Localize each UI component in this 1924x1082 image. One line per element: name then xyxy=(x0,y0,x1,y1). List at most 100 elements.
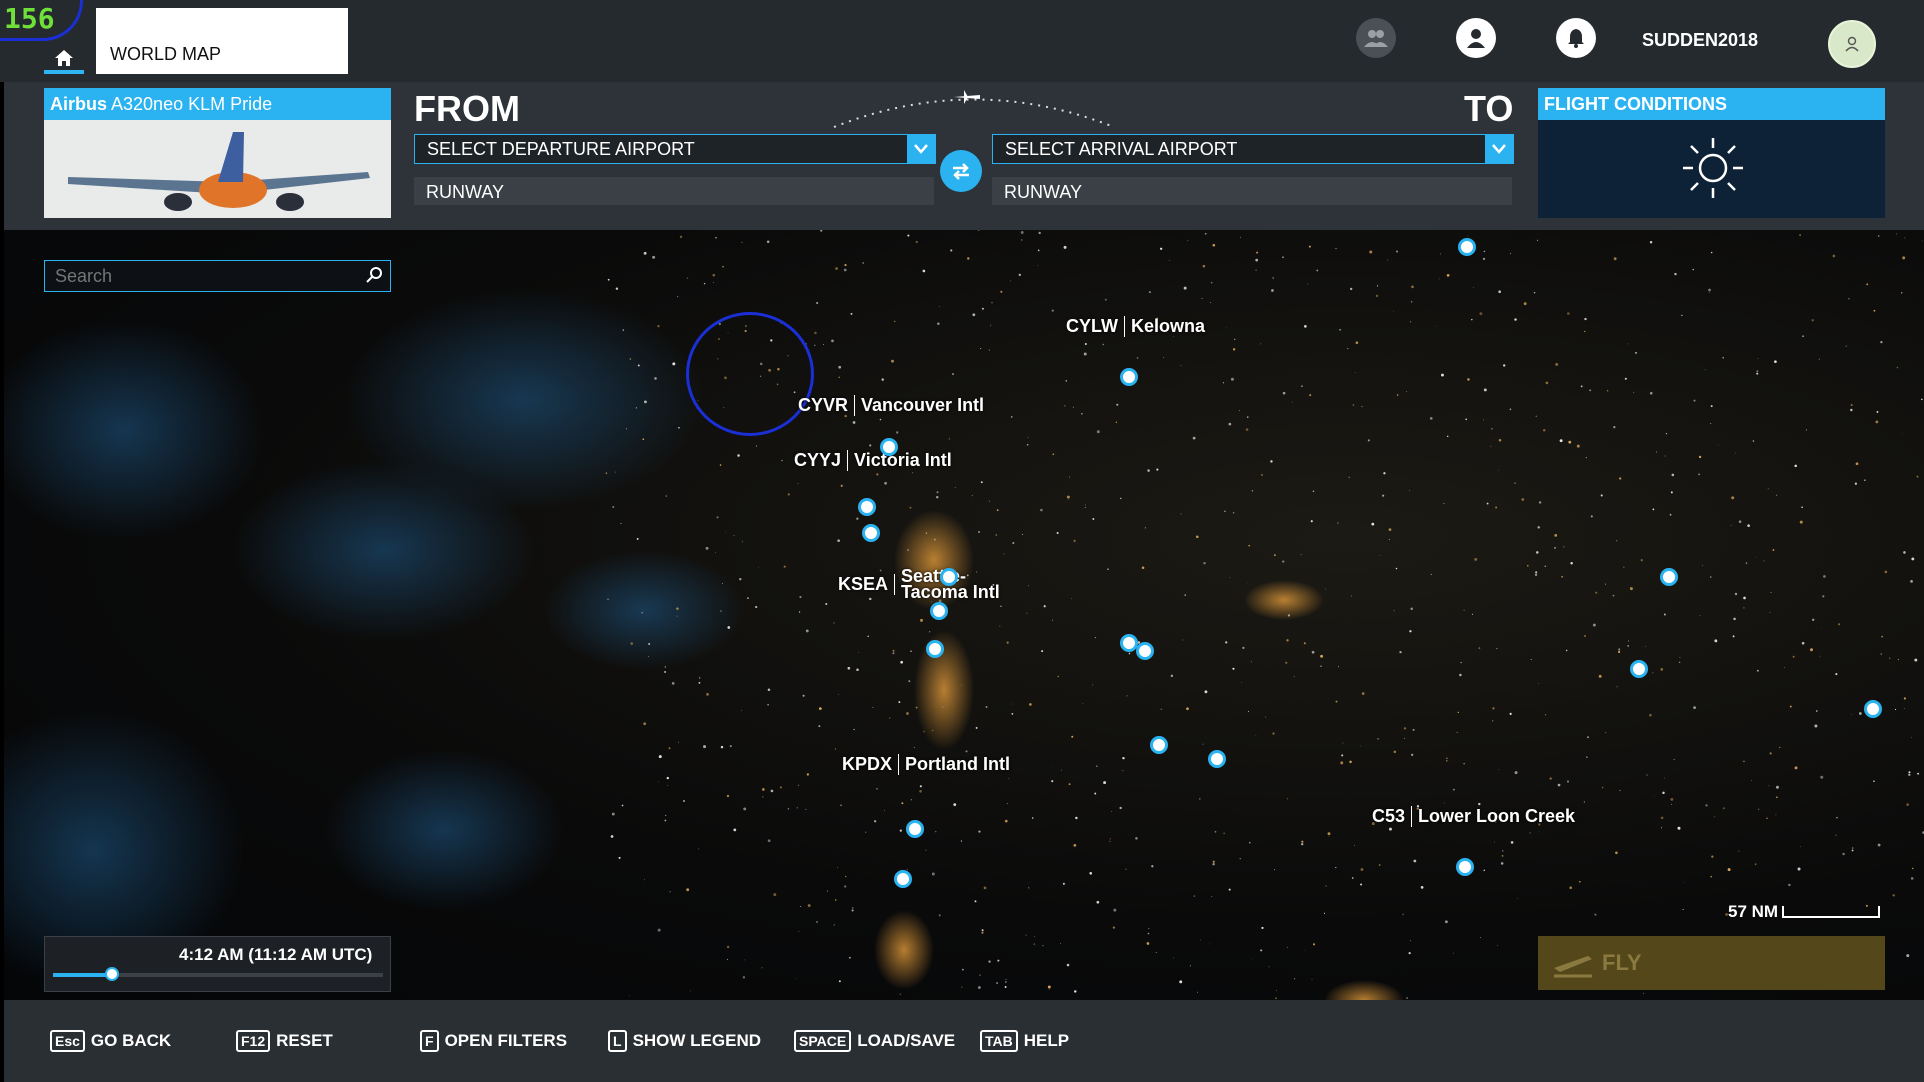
go-back-button[interactable]: Esc GO BACK xyxy=(50,1030,171,1052)
city-light xyxy=(672,362,676,366)
airport-pin[interactable] xyxy=(1208,750,1226,768)
city-light xyxy=(1875,420,1879,424)
profile-button[interactable] xyxy=(1456,18,1496,58)
friends-button[interactable] xyxy=(1356,18,1396,58)
city-light xyxy=(1473,286,1474,288)
city-light xyxy=(838,365,842,369)
city-light xyxy=(1312,490,1315,493)
city-light xyxy=(1851,849,1854,852)
fly-button[interactable]: FLY xyxy=(1538,936,1885,990)
airport-pin[interactable] xyxy=(1630,660,1648,678)
airport-pin[interactable] xyxy=(930,602,948,620)
city-light xyxy=(988,960,991,963)
airport-label-ksea[interactable]: KSEA Seattle-Tacoma Intl xyxy=(838,567,1017,601)
city-light xyxy=(1260,949,1263,952)
city-light xyxy=(1722,807,1725,810)
airport-pin[interactable] xyxy=(894,870,912,888)
airport-pin[interactable] xyxy=(862,524,880,542)
city-light xyxy=(913,746,915,748)
username[interactable]: SUDDEN2018 xyxy=(1642,30,1758,51)
airport-pin[interactable] xyxy=(926,640,944,658)
airport-pin[interactable] xyxy=(858,498,876,516)
airport-label-kpdx[interactable]: KPDX Portland Intl xyxy=(842,754,1010,775)
time-slider-handle[interactable] xyxy=(105,967,120,981)
go-back-label: GO BACK xyxy=(90,1031,172,1050)
city-light xyxy=(840,484,843,487)
notifications-button[interactable] xyxy=(1556,18,1596,58)
city-light xyxy=(1652,672,1654,674)
search-input[interactable] xyxy=(45,261,357,291)
search-box[interactable] xyxy=(44,260,391,292)
city-light xyxy=(1554,547,1556,549)
city-light xyxy=(747,597,749,599)
city-light xyxy=(1836,816,1838,819)
city-light xyxy=(1710,251,1713,254)
city-light xyxy=(1595,591,1598,594)
city-light xyxy=(1536,239,1539,241)
load-save-button[interactable]: SPACE LOAD/SAVE xyxy=(794,1030,955,1052)
chevron-down-icon[interactable] xyxy=(907,135,935,163)
city-light xyxy=(1714,639,1718,643)
city-light xyxy=(644,879,646,881)
help-button[interactable]: TAB HELP xyxy=(980,1030,1069,1052)
airport-pin[interactable] xyxy=(880,438,898,456)
city-light xyxy=(1301,840,1304,843)
airport-pin[interactable] xyxy=(1864,700,1882,718)
airport-pin[interactable] xyxy=(1120,368,1138,386)
city-light xyxy=(1480,937,1481,939)
city-light xyxy=(1534,573,1538,576)
city-light xyxy=(1533,291,1536,294)
swap-airports-button[interactable] xyxy=(940,150,982,192)
city-light xyxy=(1669,513,1672,516)
city-light xyxy=(1459,673,1462,677)
departure-runway-select[interactable]: RUNWAY xyxy=(414,177,934,205)
airport-label-cyvr[interactable]: CYVR Vancouver Intl xyxy=(798,395,984,416)
city-light xyxy=(856,668,859,671)
open-filters-button[interactable]: F OPEN FILTERS xyxy=(420,1030,567,1052)
city-light xyxy=(703,282,706,285)
arrival-airport-select[interactable]: SELECT ARRIVAL AIRPORT xyxy=(992,134,1514,164)
flight-conditions-card[interactable]: FLIGHT CONDITIONS xyxy=(1538,88,1885,218)
city-light xyxy=(1308,245,1311,248)
airport-pin[interactable] xyxy=(1150,736,1168,754)
arrival-runway-select[interactable]: RUNWAY xyxy=(992,177,1512,205)
departure-airport-select[interactable]: SELECT DEPARTURE AIRPORT xyxy=(414,134,936,164)
city-light xyxy=(1312,943,1316,946)
city-light xyxy=(834,899,837,901)
show-legend-button[interactable]: L SHOW LEGEND xyxy=(608,1030,761,1052)
tab-world-map[interactable]: WORLD MAP xyxy=(96,8,348,74)
airport-label-c53[interactable]: C53 Lower Loon Creek xyxy=(1372,806,1575,827)
airport-pin[interactable] xyxy=(1458,238,1476,256)
city-light xyxy=(1465,418,1467,421)
airport-pin[interactable] xyxy=(906,820,924,838)
airport-label-cyyj[interactable]: CYYJ Victoria Intl xyxy=(794,450,952,471)
search-icon[interactable] xyxy=(366,266,384,284)
reset-button[interactable]: F12 RESET xyxy=(236,1030,333,1052)
aircraft-selector[interactable]: Airbus A320neo KLM Pride xyxy=(44,88,391,218)
airport-pin[interactable] xyxy=(1660,568,1678,586)
city-light xyxy=(1092,518,1095,520)
city-light xyxy=(607,278,610,281)
friends-icon xyxy=(1364,30,1388,47)
avatar[interactable] xyxy=(1828,20,1876,68)
city-light xyxy=(814,331,817,335)
time-slider[interactable] xyxy=(53,967,383,981)
chevron-down-icon[interactable] xyxy=(1485,135,1513,163)
city-light xyxy=(1776,796,1778,799)
active-tab-indicator xyxy=(44,70,84,74)
city-light xyxy=(1492,720,1494,722)
airport-pin[interactable] xyxy=(1136,642,1154,660)
city-light xyxy=(1255,735,1257,736)
city-light xyxy=(906,712,909,715)
world-map[interactable] xyxy=(4,230,1924,1000)
city-light xyxy=(1590,515,1593,518)
city-light xyxy=(1835,834,1837,836)
city-light xyxy=(1420,886,1424,889)
city-light xyxy=(981,307,984,310)
airport-pin[interactable] xyxy=(940,568,958,586)
airport-pin[interactable] xyxy=(1456,858,1474,876)
city-light xyxy=(1197,991,1199,993)
airport-label-cylw[interactable]: CYLW Kelowna xyxy=(1066,316,1205,337)
city-light xyxy=(1282,391,1286,395)
time-of-day-control[interactable]: 4:12 AM (11:12 AM UTC) xyxy=(44,936,391,992)
